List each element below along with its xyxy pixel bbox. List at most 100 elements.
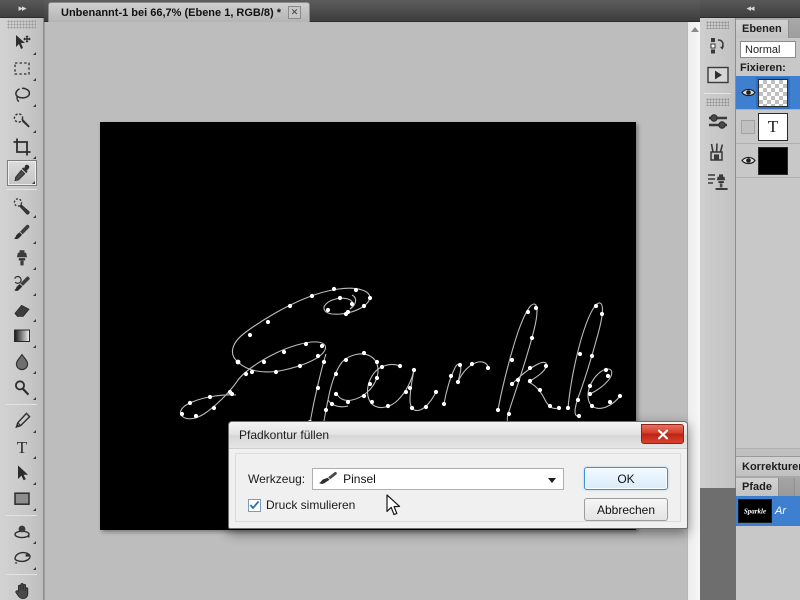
paths-panel-tabs: Pfade [736,476,800,496]
actions-play-icon[interactable] [704,61,732,89]
adjustments-icon[interactable] [704,108,732,136]
rectangular-marquee-tool[interactable] [7,56,37,82]
history-icon[interactable] [704,31,732,59]
svg-text:Sparkle: Sparkle [744,508,766,516]
3d-orbit-tool[interactable] [7,545,37,571]
tool-flyout-indicator [31,181,35,184]
document-tab-bar: Unbenannt-1 bei 66,7% (Ebene 1, RGB/8) *… [44,0,700,22]
blur-tool[interactable] [7,349,37,375]
tool-flyout-indicator [32,319,36,322]
tool-flyout-indicator [32,345,36,348]
layer-thumbnail[interactable]: T [758,112,788,141]
chevron-down-icon[interactable] [548,478,557,483]
table-row[interactable]: T [736,110,800,144]
ok-button[interactable]: OK [584,467,668,490]
toolbar-divider [6,189,37,190]
tool-flyout-indicator [32,78,36,81]
move-tool[interactable] [7,30,37,56]
tab-korrekturen[interactable]: Korrekturen [736,456,800,476]
toolbar-collapse-button[interactable]: ▸▸ [0,0,44,18]
tool-flyout-indicator [32,104,36,107]
clone-source-icon[interactable] [704,168,732,196]
hand-tool[interactable] [7,578,37,600]
tab-pfade[interactable]: Pfade [736,478,779,496]
layer-thumbnail[interactable] [756,76,790,109]
pen-tool[interactable] [7,408,37,434]
tool-flyout-indicator [32,267,36,270]
blend-mode-select[interactable]: Normal [740,41,796,58]
table-row[interactable] [736,144,800,178]
tool-flyout-indicator [32,215,36,218]
lock-label: Fixieren: [740,62,786,74]
svg-text:T: T [16,438,27,457]
tool-label: Werkzeug: [248,472,306,486]
tool-flyout-indicator [32,508,36,511]
rectangle-tool[interactable] [7,486,37,512]
gradient-tool[interactable] [7,323,37,349]
tool-flyout-indicator [32,541,36,544]
eraser-tool[interactable] [7,297,37,323]
eye-icon [740,156,756,165]
layers-list: T [736,76,800,178]
dialog-body: Werkzeug: Pinsel Druck simulieren OK Abb… [235,453,681,522]
eye-icon [740,88,756,97]
simulate-pressure-row[interactable]: Druck simulieren [248,498,355,512]
healing-brush-tool[interactable] [7,193,37,219]
quick-selection-tool[interactable] [7,108,37,134]
layer-visibility-toggle[interactable] [738,155,758,166]
path-thumbnail[interactable]: Sparkle [738,499,772,523]
tool-row: Werkzeug: Pinsel [248,468,565,490]
tab-ebenen[interactable]: Ebenen [736,20,789,38]
double-chevron-right-icon: ▸▸ [18,3,26,13]
brushes-icon[interactable] [704,138,732,166]
tool-flyout-indicator [32,397,36,400]
tool-flyout-indicator [32,567,36,570]
layer-thumbnail[interactable] [758,146,788,175]
layer-visibility-toggle[interactable] [738,119,758,134]
list-item[interactable]: Sparkle Ar [736,496,800,526]
brush-icon [318,471,338,488]
brush-tool[interactable] [7,219,37,245]
document-tab[interactable]: Unbenannt-1 bei 66,7% (Ebene 1, RGB/8) *… [48,2,311,22]
table-row[interactable] [736,76,800,110]
toolbar-divider [6,404,37,405]
dodge-tool[interactable] [7,375,37,401]
tool-flyout-indicator [32,52,36,55]
clone-stamp-tool[interactable] [7,245,37,271]
canvas-vertical-scrollbar[interactable] [687,22,700,600]
tools-panel: ▸▸ T [0,0,44,600]
dock-collapse-button[interactable]: ◂◂ [700,0,800,18]
dialog-title-bar[interactable]: Pfadkontur füllen [229,422,687,449]
crop-tool[interactable] [7,134,37,160]
layer-visibility-toggle[interactable] [738,87,758,98]
photoshop-window: ▸▸ T Unbenannt-1 bei 66,7% (Ebene 1, RGB… [0,0,800,600]
icon-dock-grip[interactable] [706,21,729,29]
eyedropper-tool[interactable] [6,160,37,186]
dialog-title: Pfadkontur füllen [239,428,330,442]
3d-rotate-tool[interactable] [7,519,37,545]
path-name-label: Ar [775,505,786,517]
collapsed-panel-icon-dock [700,18,736,488]
simulate-pressure-checkbox[interactable] [248,498,261,512]
close-icon[interactable]: ✕ [288,6,302,19]
type-tool[interactable]: T [7,434,37,460]
path-thumbnail-artwork: Sparkle [744,508,766,516]
text-layer-glyph: T [767,116,779,136]
toolbar-drag-grip[interactable] [7,20,36,29]
layers-panel-footer[interactable] [736,448,800,456]
toolbar-divider [6,515,37,516]
path-selection-tool[interactable] [7,460,37,486]
fill-path-dialog: Pfadkontur füllen Werkzeug: Pinsel Druck… [228,421,688,529]
cancel-button[interactable]: Abbrechen [584,498,668,521]
tab-paths-extra[interactable] [778,478,796,496]
icon-dock-grip-2[interactable] [706,98,729,106]
layers-empty-space [736,178,800,448]
tool-flyout-indicator [32,241,36,244]
tool-flyout-indicator [32,482,36,485]
close-icon[interactable] [641,424,684,444]
history-brush-tool[interactable] [7,271,37,297]
tool-flyout-indicator [32,130,36,133]
panel-column: Ebenen Normal Fixieren: T Korrekturen Pf… [736,18,800,600]
tool-select[interactable]: Pinsel [312,468,565,490]
lasso-tool[interactable] [7,82,37,108]
